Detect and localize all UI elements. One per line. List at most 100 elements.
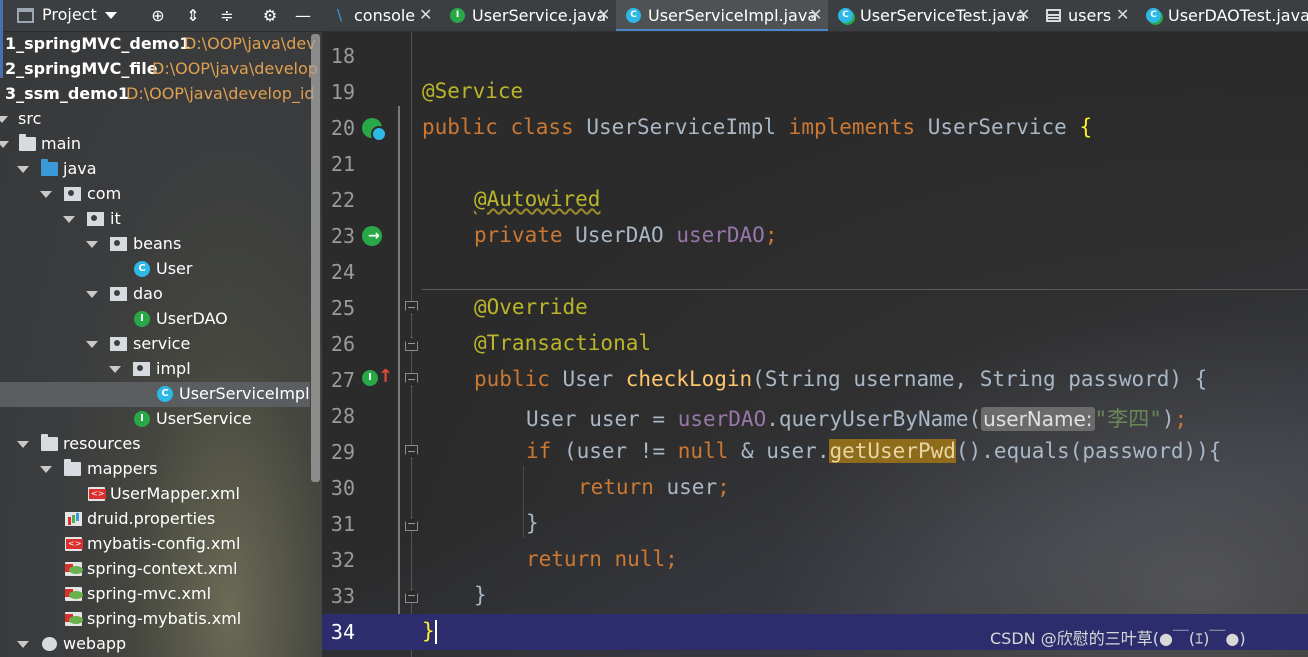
package-icon <box>87 212 104 226</box>
editor-tab-bar: \ console ✕ I UserService.java ✕ C UserS… <box>322 0 1308 32</box>
console-icon: \ <box>336 6 343 24</box>
tree-item-label: UserService <box>156 409 252 428</box>
class-icon: C <box>134 261 150 277</box>
code-editor[interactable]: 18 19 @Service 20 public class UserServi… <box>322 32 1308 657</box>
tree-item-com[interactable]: com <box>0 182 310 207</box>
tree-item-usermapper-xml[interactable]: UserMapper.xml <box>0 482 310 507</box>
class-icon: C <box>157 386 173 402</box>
interface-icon: I <box>134 311 150 327</box>
tree-item-userservice[interactable]: I UserService <box>0 407 310 432</box>
close-icon[interactable]: ✕ <box>419 5 432 24</box>
minimize-icon[interactable]: — <box>293 6 313 26</box>
chevron-down-icon[interactable] <box>86 341 98 348</box>
spring-bean-icon[interactable] <box>362 118 387 142</box>
fold-icon[interactable] <box>405 337 418 351</box>
tab-userdaotest[interactable]: C UserDAOTest.java <box>1136 0 1308 31</box>
code-text: public class UserServiceImpl implements … <box>422 115 1092 139</box>
tree-item-label: User <box>156 259 193 278</box>
keyword: return <box>578 475 667 499</box>
brace: { <box>1079 115 1093 139</box>
tree-item-project[interactable]: 1_springMVC_demo1 D:\OOP\java\dev <box>0 32 316 57</box>
chevron-down-icon[interactable] <box>86 241 98 248</box>
tree-item-userdao[interactable]: I UserDAO <box>0 307 310 332</box>
tab-userservice[interactable]: I UserService.java ✕ <box>440 0 616 31</box>
fold-icon[interactable] <box>405 445 418 459</box>
code-line: 18 <box>322 38 1308 74</box>
tree-item-label: spring-context.xml <box>87 559 238 578</box>
code-line: 33 } <box>322 578 1308 614</box>
tree-item-webapp[interactable]: webapp <box>0 632 310 657</box>
code-text: return user; <box>578 475 730 499</box>
tree-item-label: UserDAO <box>156 309 228 328</box>
tree-item-label: UserServiceImpl <box>179 384 310 403</box>
tab-console[interactable]: \ console ✕ <box>322 0 440 31</box>
properties-file-icon <box>65 512 82 526</box>
code-text: } <box>422 619 437 644</box>
annotation: @Override <box>474 295 588 319</box>
chevron-down-icon[interactable] <box>0 116 8 123</box>
tree-item-beans[interactable]: beans <box>0 232 310 257</box>
tab-users[interactable]: users ✕ <box>1036 0 1136 31</box>
tree-item-mybatis-config[interactable]: mybatis-config.xml <box>0 532 310 557</box>
brace: } <box>526 511 539 535</box>
locate-icon[interactable]: ⊕ <box>148 6 168 26</box>
panel-edge-marker <box>0 0 3 78</box>
chevron-down-icon[interactable] <box>40 466 52 473</box>
tree-item-mappers[interactable]: mappers <box>0 457 310 482</box>
code-line: 21 <box>322 146 1308 182</box>
test-class-icon: C <box>1146 8 1161 23</box>
tree-item-java[interactable]: java <box>0 157 310 182</box>
tree-item-spring-context[interactable]: spring-context.xml <box>0 557 310 582</box>
fold-icon[interactable] <box>405 589 418 603</box>
line-number: 26 <box>330 332 355 356</box>
chevron-down-icon[interactable] <box>40 191 52 198</box>
chevron-down-icon[interactable] <box>17 641 29 648</box>
text-caret <box>434 620 437 644</box>
project-view-selector[interactable]: Project <box>42 5 97 24</box>
code-line: 22 @Autowired <box>322 182 1308 218</box>
close-icon[interactable]: ✕ <box>1017 5 1030 24</box>
chevron-down-icon[interactable] <box>109 366 121 373</box>
tree-item-impl[interactable]: impl <box>0 357 310 382</box>
chevron-down-icon[interactable] <box>86 291 98 298</box>
tree-item-main[interactable]: main <box>0 132 310 157</box>
tree-item-src[interactable]: src <box>0 107 310 132</box>
tree-item-service[interactable]: service <box>0 332 310 357</box>
tree-item-it[interactable]: it <box>0 207 310 232</box>
fold-icon[interactable] <box>405 517 418 531</box>
fold-icon[interactable] <box>405 301 418 315</box>
code-line: 27 I ↑ public User checkLogin(String use… <box>322 362 1308 398</box>
tab-userserviceimpl[interactable]: C UserServiceImpl.java ✕ <box>616 0 828 31</box>
tree-item-spring-mybatis[interactable]: spring-mybatis.xml <box>0 607 310 632</box>
tree-item-userserviceimpl[interactable]: C UserServiceImpl <box>0 382 310 407</box>
expand-all-icon[interactable]: ⇕ <box>183 6 203 26</box>
code-segment: (user != <box>563 439 678 463</box>
close-icon[interactable]: ✕ <box>597 5 610 24</box>
tree-item-dao[interactable]: dao <box>0 282 310 307</box>
tree-item-druid-properties[interactable]: druid.properties <box>0 507 310 532</box>
collapse-all-icon[interactable]: ≑ <box>217 6 237 26</box>
autowired-navigate-icon[interactable] <box>362 226 382 246</box>
tree-item-spring-mvc[interactable]: spring-mvc.xml <box>0 582 310 607</box>
chevron-down-icon[interactable] <box>17 166 29 173</box>
keyword: if <box>526 439 564 463</box>
project-scrollbar[interactable] <box>311 34 320 482</box>
watermark: CSDN @欣慰的三叶草(●￣(ｴ)￣●) <box>990 629 1246 648</box>
close-icon[interactable]: ✕ <box>809 5 822 24</box>
tree-item-project[interactable]: 2_springMVC_file D:\OOP\java\develop <box>0 57 318 82</box>
tree-item-resources[interactable]: resources <box>0 432 310 457</box>
string-literal: "李四" <box>1094 407 1162 431</box>
tab-userservicetest[interactable]: C UserServiceTest.java ✕ <box>828 0 1036 31</box>
fold-icon[interactable] <box>405 373 418 387</box>
implements-method-icon[interactable]: I <box>362 370 378 386</box>
interface-icon: I <box>134 411 150 427</box>
gear-icon[interactable]: ⚙ <box>260 6 280 26</box>
tree-item-user[interactable]: C User <box>0 257 310 282</box>
chevron-down-icon[interactable] <box>105 12 117 19</box>
chevron-down-icon[interactable] <box>0 141 9 148</box>
tree-item-project[interactable]: 3_ssm_demo1 D:\OOP\java\develop_id <box>0 82 315 107</box>
class-name: UserServiceImpl <box>586 115 789 139</box>
chevron-down-icon[interactable] <box>63 216 75 223</box>
close-icon[interactable]: ✕ <box>1116 5 1129 24</box>
chevron-down-icon[interactable] <box>17 441 29 448</box>
